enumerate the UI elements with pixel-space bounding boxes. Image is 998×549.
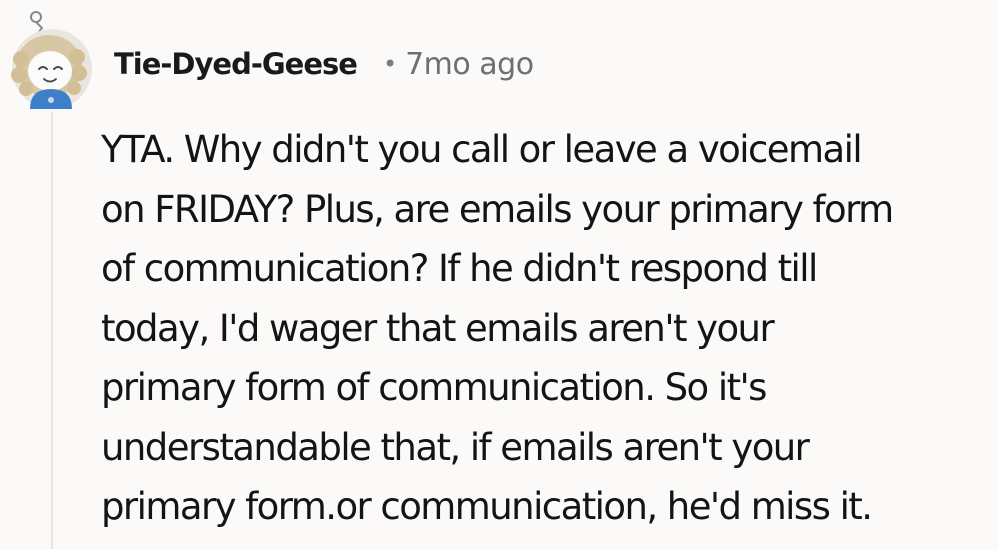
- comment-timestamp[interactable]: 7mo ago: [405, 47, 534, 82]
- comment-header: Tie-Dyed-Geese • 7mo ago: [114, 42, 534, 86]
- comment-line: on FRIDAY? Plus, are emails your primary…: [101, 187, 894, 231]
- user-avatar[interactable]: [6, 11, 100, 111]
- comment-line: understandable that, if emails aren't yo…: [101, 425, 810, 469]
- comment-line: today, I'd wager that emails aren't your: [101, 306, 775, 350]
- comment-thread-line[interactable]: [51, 112, 53, 549]
- author-username-link[interactable]: Tie-Dyed-Geese: [114, 47, 358, 81]
- meta-separator: •: [382, 50, 398, 78]
- comment-line: primary form of communication. So it's: [101, 366, 767, 409]
- comment-line: of communication? If he didn't respond t…: [101, 247, 818, 290]
- snoo-avatar-icon: [11, 11, 92, 109]
- comment-line: YTA. Why didn't you call or leave a voic…: [101, 128, 863, 171]
- comment-body: YTA. Why didn't you call or leave a voic…: [101, 120, 981, 537]
- comment-line: primary form.or communication, he'd miss…: [101, 485, 873, 528]
